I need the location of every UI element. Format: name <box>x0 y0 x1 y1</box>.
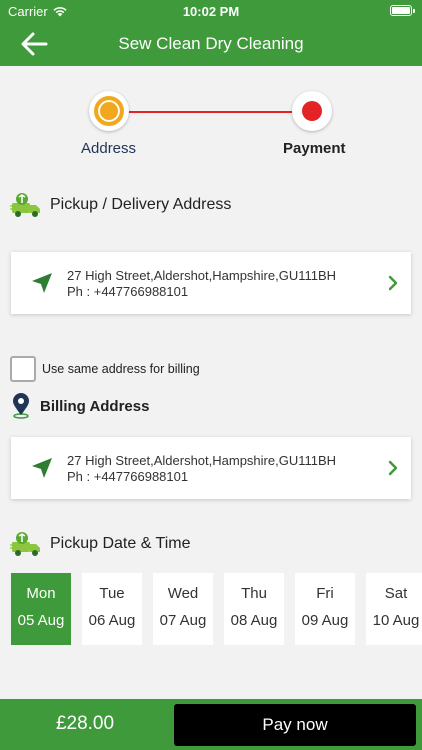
billing-address-text: 27 High Street,Aldershot,Hampshire,GU111… <box>67 453 336 485</box>
billing-phone-line: Ph : +447766988101 <box>67 469 189 484</box>
nav-bar: Sew Clean Dry Cleaning <box>0 22 422 66</box>
map-pin-icon <box>13 393 29 419</box>
date-day: Fri <box>316 585 334 602</box>
step-payment-label: Payment <box>283 140 346 157</box>
date-option[interactable]: Mon 05 Aug <box>11 573 71 645</box>
date-date: 05 Aug <box>17 612 65 629</box>
clock: 10:02 PM <box>182 4 240 19</box>
pickup-address-text: 27 High Street,Aldershot,Hampshire,GU111… <box>67 268 336 300</box>
same-billing-label: Use same address for billing <box>42 362 200 376</box>
datetime-heading-text: Pickup Date & Time <box>50 535 191 552</box>
billing-address-card[interactable]: 27 High Street,Aldershot,Hampshire,GU111… <box>11 437 411 499</box>
location-arrow-icon <box>32 458 52 478</box>
date-date: 10 Aug <box>372 612 420 629</box>
step-address-indicator <box>89 91 129 131</box>
pickup-phone-line: Ph : +447766988101 <box>67 284 189 299</box>
stepper-connector <box>110 111 312 113</box>
page-title: Sew Clean Dry Cleaning <box>118 34 304 53</box>
pickup-address-card[interactable]: 27 High Street,Aldershot,Hampshire,GU111… <box>11 252 411 314</box>
date-day: Thu <box>241 585 267 602</box>
pay-now-button[interactable]: Pay now <box>174 704 416 746</box>
date-option[interactable]: Wed 07 Aug <box>153 573 213 645</box>
pickup-datetime-heading: Pickup Date & Time <box>10 530 191 558</box>
date-option[interactable]: Thu 08 Aug <box>224 573 284 645</box>
same-billing-row: Use same address for billing <box>10 356 200 382</box>
date-date: 08 Aug <box>230 612 278 629</box>
date-date: 09 Aug <box>301 612 349 629</box>
date-day: Wed <box>167 585 199 602</box>
date-day: Sat <box>384 585 408 602</box>
step-payment-indicator <box>292 91 332 131</box>
chevron-right-icon <box>388 275 398 291</box>
date-date: 06 Aug <box>88 612 136 629</box>
total-price: £28.00 <box>55 713 115 734</box>
step-address-label: Address <box>81 140 137 157</box>
checkout-stepper: Address Payment <box>0 66 422 166</box>
billing-address-heading: Billing Address <box>10 393 149 419</box>
chevron-right-icon <box>388 460 398 476</box>
pickup-heading-text: Pickup / Delivery Address <box>50 196 232 213</box>
date-picker-row: Mon 05 Aug Tue 06 Aug Wed 07 Aug Thu 08 … <box>0 573 422 645</box>
delivery-van-icon <box>10 193 40 217</box>
date-day: Mon <box>26 585 56 602</box>
pickup-address-line: 27 High Street,Aldershot,Hampshire,GU111… <box>67 268 337 283</box>
same-billing-checkbox[interactable] <box>10 356 36 382</box>
delivery-van-icon <box>10 532 40 556</box>
checkout-footer: £28.00 Pay now <box>0 699 422 750</box>
date-option[interactable]: Sat 10 Aug <box>366 573 422 645</box>
location-arrow-icon <box>32 273 52 293</box>
date-day: Tue <box>99 585 125 602</box>
battery-icon <box>390 5 415 16</box>
date-option[interactable]: Tue 06 Aug <box>82 573 142 645</box>
status-bar: Carrier 10:02 PM <box>0 0 422 22</box>
billing-address-line: 27 High Street,Aldershot,Hampshire,GU111… <box>67 453 337 468</box>
date-option[interactable]: Fri 09 Aug <box>295 573 355 645</box>
billing-heading-text: Billing Address <box>40 397 150 415</box>
pickup-address-heading: Pickup / Delivery Address <box>10 191 231 219</box>
date-date: 07 Aug <box>159 612 207 629</box>
